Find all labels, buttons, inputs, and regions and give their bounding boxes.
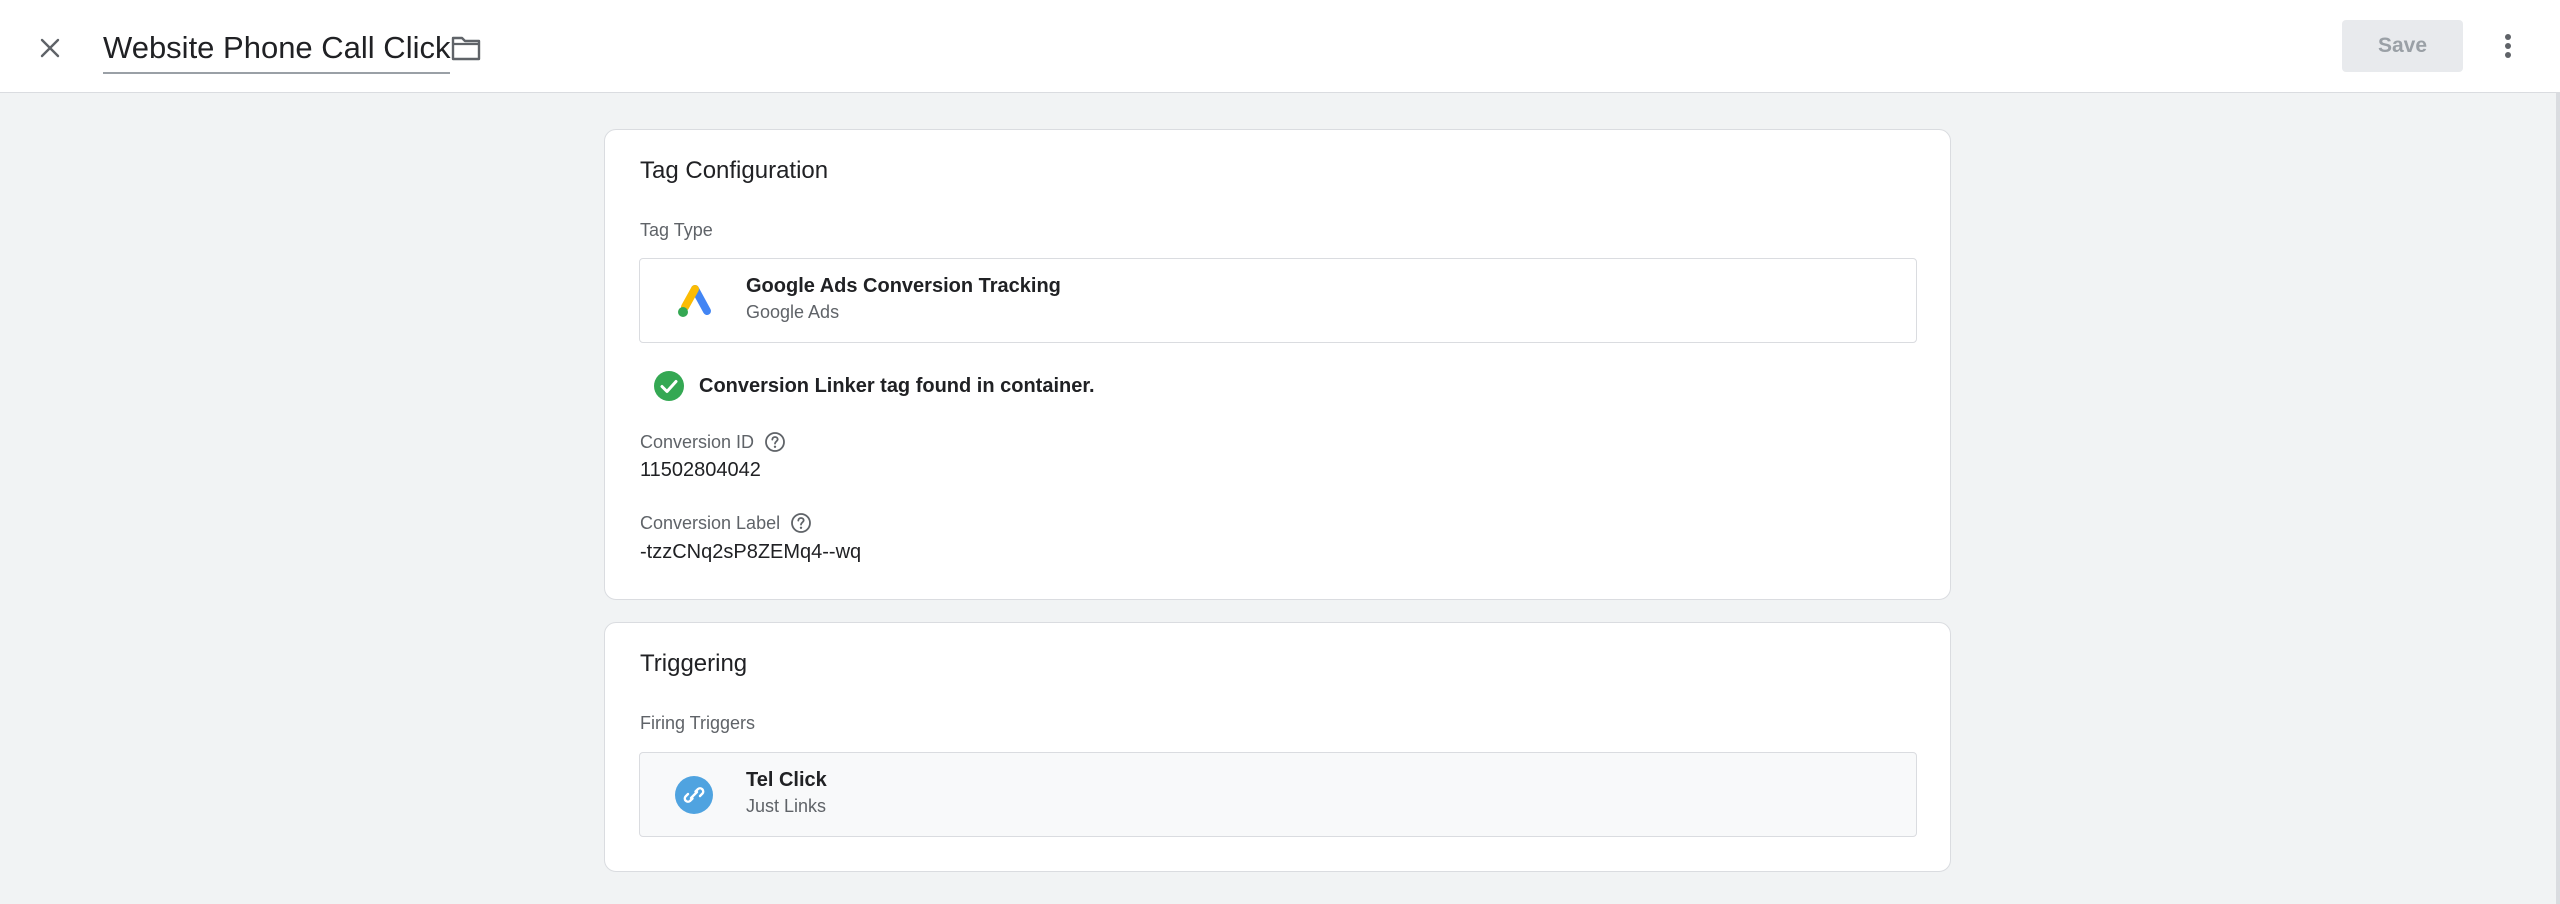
tag-type-name: Google Ads Conversion Tracking [746, 275, 1061, 297]
close-icon [40, 38, 60, 58]
folder-button[interactable] [446, 28, 486, 68]
triggering-card[interactable]: Triggering Firing Triggers Tel Click Jus… [604, 622, 1951, 872]
firing-trigger-item[interactable]: Tel Click Just Links [639, 752, 1917, 837]
help-icon[interactable] [764, 431, 786, 453]
conversion-label-value: -tzzCNq2sP8ZEMq4--wq [640, 541, 862, 563]
help-icon[interactable] [790, 512, 812, 534]
more-options-button[interactable] [2488, 24, 2528, 68]
conversion-id-label-text: Conversion ID [640, 431, 755, 452]
trigger-name: Tel Click [746, 769, 827, 791]
tag-configuration-title: Tag Configuration [640, 157, 829, 184]
top-bar: Website Phone Call Click Save [0, 0, 2560, 93]
tag-type-subtitle: Google Ads [746, 302, 840, 322]
conversion-linker-status: Conversion Linker tag found in container… [653, 370, 1095, 402]
link-icon [675, 776, 713, 814]
folder-icon [451, 36, 481, 61]
conversion-id-label: Conversion ID [640, 431, 786, 453]
tag-type-label: Tag Type [640, 220, 713, 240]
conversion-label-label-text: Conversion Label [640, 512, 781, 533]
conversion-id-value: 11502804042 [640, 459, 761, 481]
more-vert-icon [2505, 34, 2511, 58]
google-ads-logo-icon [678, 285, 711, 317]
check-circle-icon [654, 371, 684, 401]
triggering-title: Triggering [640, 650, 748, 677]
linker-status-text: Conversion Linker tag found in container… [699, 374, 1095, 397]
save-button[interactable]: Save [2342, 20, 2463, 72]
page-scrollbar[interactable] [2556, 93, 2560, 904]
tag-type-selector[interactable]: Google Ads Conversion Tracking Google Ad… [639, 258, 1917, 343]
conversion-label-label: Conversion Label [640, 512, 812, 534]
firing-triggers-label: Firing Triggers [640, 713, 756, 733]
close-button[interactable] [30, 28, 70, 68]
tag-name-title[interactable]: Website Phone Call Click [103, 24, 451, 74]
trigger-type: Just Links [746, 796, 827, 816]
tag-configuration-card[interactable]: Tag Configuration Tag Type Google Ads Co… [604, 129, 1951, 600]
